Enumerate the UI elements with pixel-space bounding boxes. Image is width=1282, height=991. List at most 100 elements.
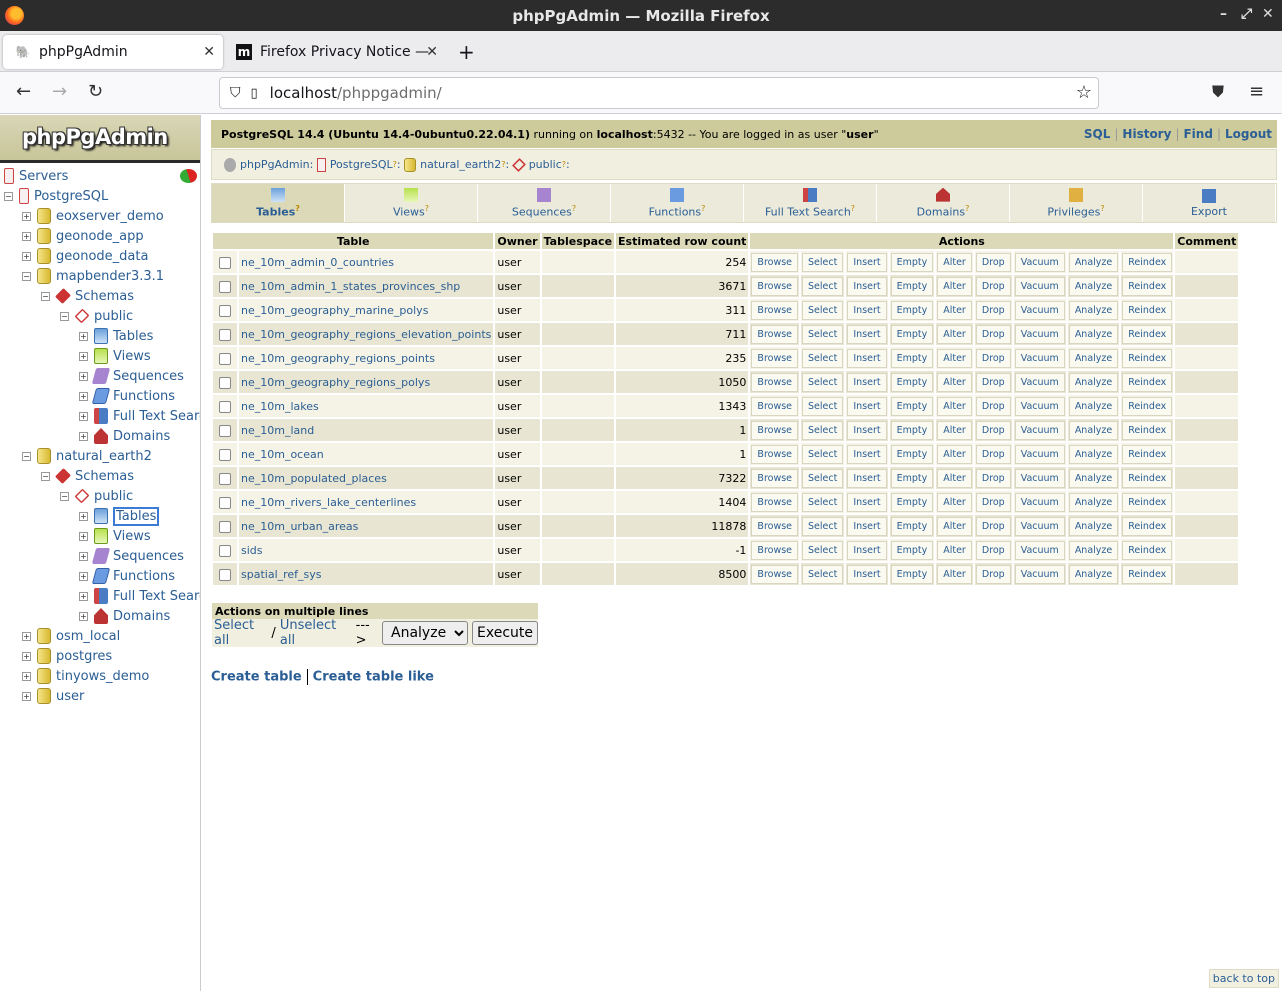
- help-icon[interactable]: ?: [572, 204, 576, 213]
- action-insert-button[interactable]: Insert: [847, 348, 887, 368]
- row-checkbox[interactable]: [219, 280, 231, 293]
- tree-node-db[interactable]: + postgres: [22, 646, 112, 666]
- row-checkbox[interactable]: [219, 544, 231, 557]
- action-alter-button[interactable]: Alter: [937, 516, 972, 536]
- action-reindex-button[interactable]: Reindex: [1122, 564, 1173, 584]
- action-select-button[interactable]: Select: [802, 444, 844, 464]
- action-insert-button[interactable]: Insert: [847, 540, 887, 560]
- action-analyze-button[interactable]: Analyze: [1068, 324, 1119, 344]
- action-analyze-button[interactable]: Analyze: [1068, 396, 1119, 416]
- table-name-link[interactable]: ne_10m_rivers_lake_centerlines: [239, 491, 494, 513]
- action-vacuum-button[interactable]: Vacuum: [1014, 300, 1065, 320]
- tree-node-db[interactable]: − mapbender3.3.1: [22, 266, 164, 286]
- action-insert-button[interactable]: Insert: [847, 276, 887, 296]
- tree-node-schemas[interactable]: − Schemas: [41, 466, 134, 486]
- expand-icon[interactable]: +: [79, 571, 88, 581]
- breadcrumb-phppgadmin[interactable]: phpPgAdmin: [240, 158, 310, 171]
- help-icon[interactable]: ?: [965, 204, 969, 213]
- shield-icon[interactable]: ⛉: [230, 85, 241, 101]
- breadcrumb-schema[interactable]: public: [529, 158, 562, 171]
- action-drop-button[interactable]: Drop: [975, 324, 1011, 344]
- row-checkbox[interactable]: [219, 496, 231, 509]
- action-vacuum-button[interactable]: Vacuum: [1014, 252, 1065, 272]
- action-insert-button[interactable]: Insert: [847, 372, 887, 392]
- table-name-link[interactable]: spatial_ref_sys: [239, 563, 494, 585]
- action-analyze-button[interactable]: Analyze: [1068, 300, 1119, 320]
- sql-link[interactable]: SQL: [1084, 127, 1111, 141]
- tree-node-tables[interactable]: + Tables: [79, 326, 153, 346]
- action-vacuum-button[interactable]: Vacuum: [1014, 396, 1065, 416]
- expand-icon[interactable]: +: [79, 531, 88, 541]
- tab-export[interactable]: Export: [1143, 184, 1276, 222]
- table-name-link[interactable]: sids: [239, 539, 494, 561]
- action-empty-button[interactable]: Empty: [890, 396, 934, 416]
- action-empty-button[interactable]: Empty: [890, 492, 934, 512]
- action-analyze-button[interactable]: Analyze: [1068, 516, 1119, 536]
- table-name-link[interactable]: ne_10m_admin_1_states_provinces_shp: [239, 275, 494, 297]
- tree-node-db[interactable]: + geonode_app: [22, 226, 144, 246]
- table-name-link[interactable]: ne_10m_populated_places: [239, 467, 494, 489]
- help-icon[interactable]: ?: [701, 204, 705, 213]
- action-alter-button[interactable]: Alter: [937, 492, 972, 512]
- tab-tables[interactable]: Tables?: [212, 184, 345, 222]
- action-browse-button[interactable]: Browse: [751, 468, 799, 488]
- expand-icon[interactable]: +: [79, 611, 88, 621]
- logout-link[interactable]: Logout: [1225, 127, 1272, 141]
- action-browse-button[interactable]: Browse: [751, 540, 799, 560]
- tree-node-fulltext[interactable]: + Full Text Search: [79, 586, 200, 606]
- action-analyze-button[interactable]: Analyze: [1068, 252, 1119, 272]
- tree-node-schemas[interactable]: − Schemas: [41, 286, 134, 306]
- action-select-button[interactable]: Select: [802, 468, 844, 488]
- tree-node-sequences[interactable]: + Sequences: [79, 366, 184, 386]
- table-name-link[interactable]: ne_10m_lakes: [239, 395, 494, 417]
- collapse-icon[interactable]: −: [60, 311, 69, 321]
- action-vacuum-button[interactable]: Vacuum: [1014, 372, 1065, 392]
- action-alter-button[interactable]: Alter: [937, 372, 972, 392]
- action-alter-button[interactable]: Alter: [937, 300, 972, 320]
- action-analyze-button[interactable]: Analyze: [1068, 348, 1119, 368]
- expand-icon[interactable]: +: [79, 331, 88, 341]
- expand-icon[interactable]: +: [22, 211, 31, 221]
- table-name-link[interactable]: ne_10m_geography_regions_points: [239, 347, 494, 369]
- action-vacuum-button[interactable]: Vacuum: [1014, 276, 1065, 296]
- action-reindex-button[interactable]: Reindex: [1122, 516, 1173, 536]
- action-insert-button[interactable]: Insert: [847, 444, 887, 464]
- action-drop-button[interactable]: Drop: [975, 444, 1011, 464]
- help-icon[interactable]: ?: [425, 204, 429, 213]
- back-arrow-icon[interactable]: ←: [16, 82, 31, 102]
- tree-node-schema[interactable]: − public: [60, 306, 133, 326]
- action-reindex-button[interactable]: Reindex: [1122, 372, 1173, 392]
- action-analyze-button[interactable]: Analyze: [1068, 372, 1119, 392]
- row-checkbox[interactable]: [219, 520, 231, 533]
- action-reindex-button[interactable]: Reindex: [1122, 300, 1173, 320]
- action-drop-button[interactable]: Drop: [975, 372, 1011, 392]
- select-all-link[interactable]: Select all: [214, 618, 267, 648]
- unselect-all-link[interactable]: Unselect all: [280, 618, 348, 648]
- action-browse-button[interactable]: Browse: [751, 396, 799, 416]
- action-empty-button[interactable]: Empty: [890, 540, 934, 560]
- action-vacuum-button[interactable]: Vacuum: [1014, 348, 1065, 368]
- tree-node-db[interactable]: + eoxserver_demo: [22, 206, 164, 226]
- action-empty-button[interactable]: Empty: [890, 348, 934, 368]
- action-empty-button[interactable]: Empty: [890, 564, 934, 584]
- action-empty-button[interactable]: Empty: [890, 300, 934, 320]
- tree-node-db[interactable]: − natural_earth2: [22, 446, 152, 466]
- tree-node-views[interactable]: + Views: [79, 526, 151, 546]
- action-browse-button[interactable]: Browse: [751, 420, 799, 440]
- action-analyze-button[interactable]: Analyze: [1068, 468, 1119, 488]
- action-browse-button[interactable]: Browse: [751, 252, 799, 272]
- action-browse-button[interactable]: Browse: [751, 444, 799, 464]
- action-browse-button[interactable]: Browse: [751, 492, 799, 512]
- collapse-icon[interactable]: −: [60, 491, 69, 501]
- action-vacuum-button[interactable]: Vacuum: [1014, 444, 1065, 464]
- action-browse-button[interactable]: Browse: [751, 276, 799, 296]
- action-alter-button[interactable]: Alter: [937, 348, 972, 368]
- action-drop-button[interactable]: Drop: [975, 492, 1011, 512]
- action-analyze-button[interactable]: Analyze: [1068, 492, 1119, 512]
- action-drop-button[interactable]: Drop: [975, 420, 1011, 440]
- row-checkbox[interactable]: [219, 472, 231, 485]
- action-insert-button[interactable]: Insert: [847, 420, 887, 440]
- tree-node-fulltext[interactable]: + Full Text Search: [79, 406, 200, 426]
- tab-full-text-search[interactable]: Full Text Search?: [744, 184, 877, 222]
- action-empty-button[interactable]: Empty: [890, 252, 934, 272]
